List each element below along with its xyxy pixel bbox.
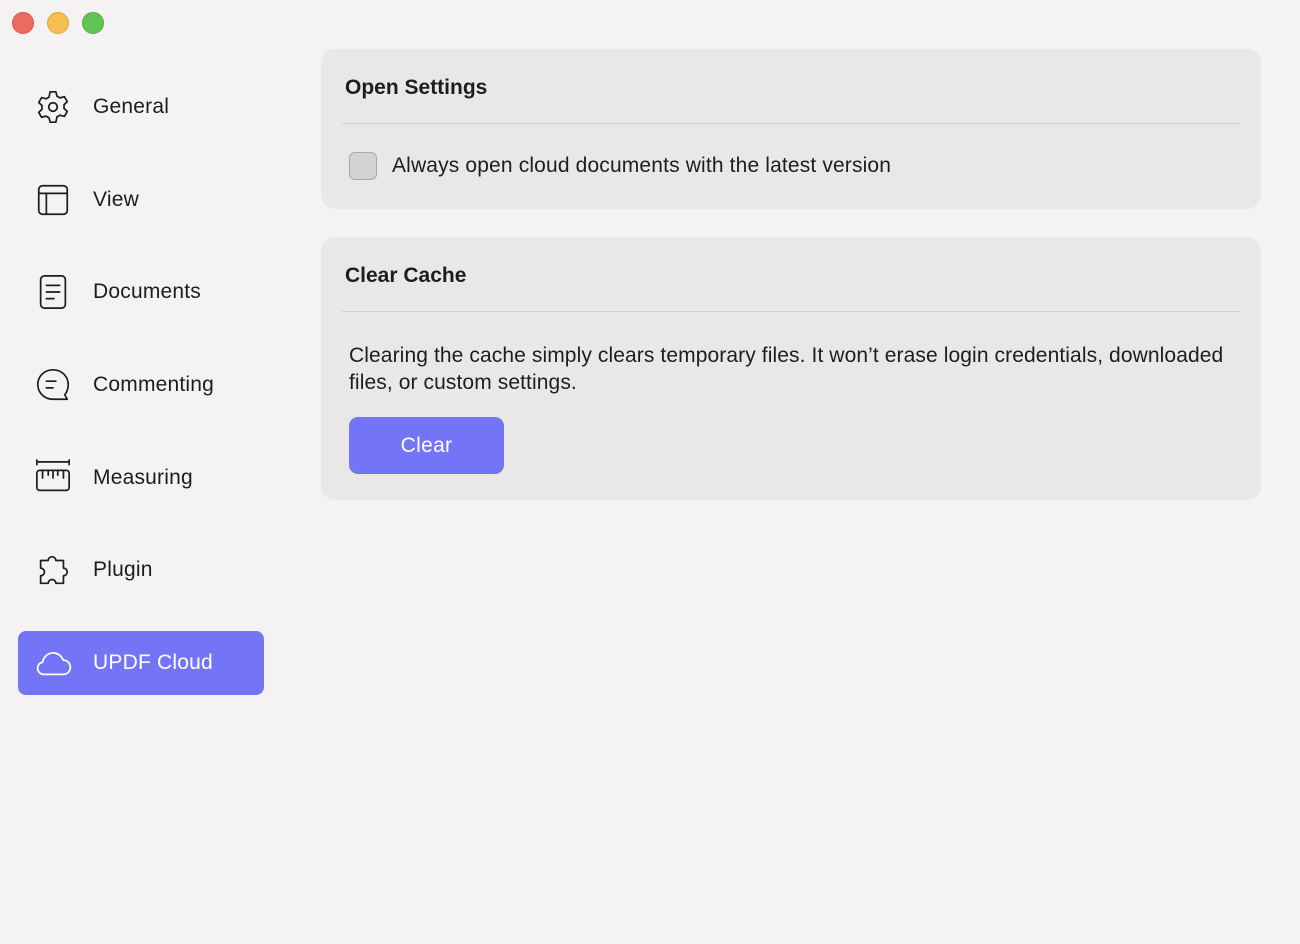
latest-version-option: Always open cloud documents with the lat… [321, 124, 1261, 180]
sidebar-item-plugin[interactable]: Plugin [18, 538, 264, 602]
sidebar-item-measuring[interactable]: Measuring [18, 446, 264, 510]
layout-icon [34, 181, 72, 219]
zoom-window-button[interactable] [82, 12, 104, 34]
comment-icon [34, 366, 72, 404]
open-settings-panel: Open Settings Always open cloud document… [321, 49, 1261, 209]
sidebar-item-general[interactable]: General [18, 75, 264, 139]
open-settings-title: Open Settings [345, 76, 488, 99]
sidebar-item-label: Commenting [93, 373, 215, 397]
sidebar-item-label: Plugin [93, 558, 153, 582]
document-icon [34, 273, 72, 311]
sidebar-item-updf-cloud[interactable]: UPDF Cloud [18, 631, 264, 696]
close-window-button[interactable] [12, 12, 34, 34]
puzzle-icon [34, 551, 72, 589]
ruler-icon [34, 458, 72, 497]
sidebar-item-label: Documents [93, 280, 202, 304]
window-controls [12, 12, 104, 34]
sidebar-item-label: UPDF Cloud [93, 651, 213, 675]
clear-cache-button[interactable]: Clear [349, 417, 504, 474]
sidebar-item-label: General [93, 95, 170, 118]
clear-cache-title: Clear Cache [345, 264, 467, 287]
cloud-icon [34, 644, 72, 682]
preferences-window: General View Documents Commenting Measur… [0, 0, 1300, 944]
sidebar-item-label: View [93, 187, 139, 211]
sidebar-item-label: Measuring [93, 465, 193, 489]
sidebar: General View Documents Commenting Measur… [18, 75, 264, 724]
sidebar-item-documents[interactable]: Documents [18, 260, 264, 324]
clear-cache-description: Clearing the cache simply clears tempora… [349, 344, 1224, 394]
latest-version-label[interactable]: Always open cloud documents with the lat… [392, 154, 891, 178]
latest-version-checkbox[interactable] [349, 152, 377, 180]
sidebar-item-commenting[interactable]: Commenting [18, 353, 264, 417]
sidebar-item-view[interactable]: View [18, 168, 264, 232]
gear-icon [34, 88, 72, 126]
clear-cache-panel: Clear Cache Clearing the cache simply cl… [321, 237, 1261, 500]
minimize-window-button[interactable] [47, 12, 69, 34]
